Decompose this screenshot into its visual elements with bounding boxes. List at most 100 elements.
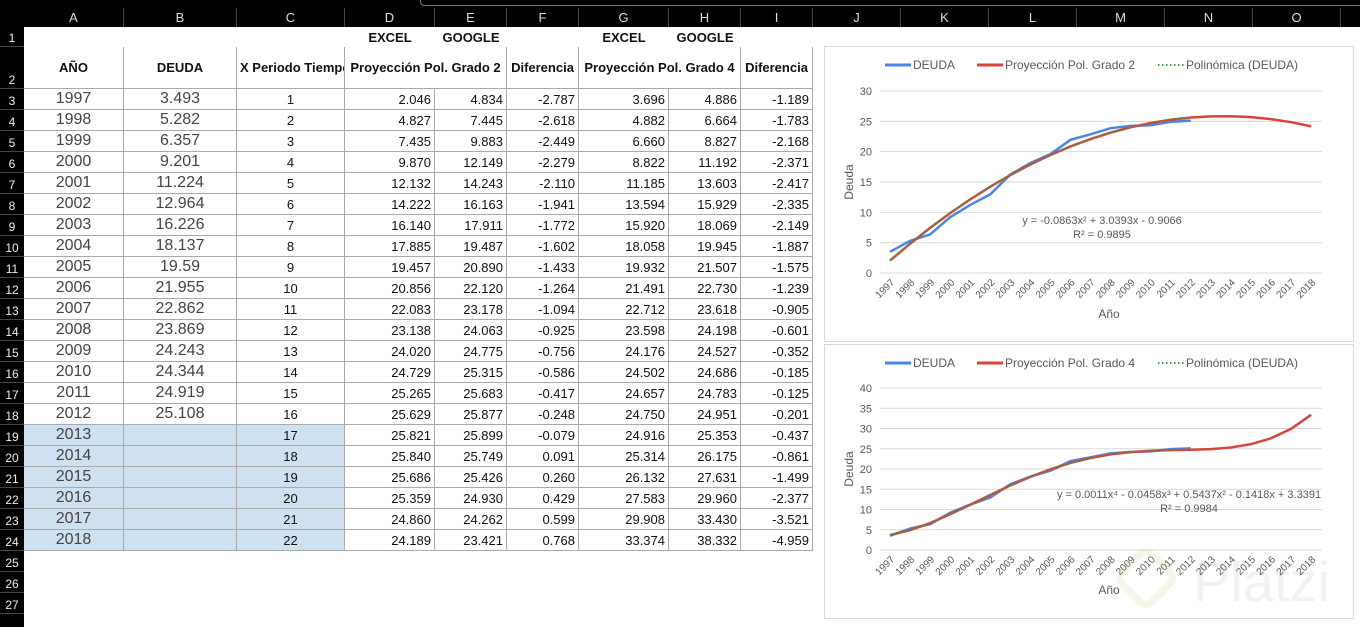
cell-f18[interactable]: -0.248 [507,404,579,425]
cell-g10[interactable]: 18.058 [579,236,669,257]
cell-h21[interactable]: 27.631 [669,467,741,488]
cell-a18[interactable]: 2012 [24,404,124,425]
cell-g11[interactable]: 19.932 [579,257,669,278]
cell-i21[interactable]: -1.499 [741,467,813,488]
cell-g12[interactable]: 21.491 [579,278,669,299]
cell-h15[interactable]: 24.527 [669,341,741,362]
cell-d22[interactable]: 25.359 [345,488,435,509]
cell-d8[interactable]: 14.222 [345,194,435,215]
cell-i14[interactable]: -0.601 [741,320,813,341]
cell-g20[interactable]: 25.314 [579,446,669,467]
cell-a19[interactable]: 2013 [24,425,124,446]
header-ano[interactable]: AÑO [24,47,124,89]
row-header-9[interactable]: 9 [0,215,24,236]
cell-b10[interactable]: 18.137 [124,236,237,257]
cell-a7[interactable]: 2001 [24,173,124,194]
cell-i4[interactable]: -1.783 [741,110,813,131]
cell-g21[interactable]: 26.132 [579,467,669,488]
cell-e5[interactable]: 9.883 [435,131,507,152]
cell-c16[interactable]: 14 [237,362,345,383]
cell-e22[interactable]: 24.930 [435,488,507,509]
cell-c4[interactable]: 2 [237,110,345,131]
cell-i12[interactable]: -1.239 [741,278,813,299]
row-header-10[interactable]: 10 [0,236,24,257]
cell-h22[interactable]: 29.960 [669,488,741,509]
cell-c24[interactable]: 22 [237,530,345,551]
cell-h5[interactable]: 8.827 [669,131,741,152]
cell-f7[interactable]: -2.110 [507,173,579,194]
cell-h3[interactable]: 4.886 [669,89,741,110]
cell-b16[interactable]: 24.344 [124,362,237,383]
cell-a23[interactable]: 2017 [24,509,124,530]
cell-e17[interactable]: 25.683 [435,383,507,404]
cell-b15[interactable]: 24.243 [124,341,237,362]
cell-d19[interactable]: 25.821 [345,425,435,446]
cell-g6[interactable]: 8.822 [579,152,669,173]
cell-b21[interactable] [124,467,237,488]
column-header-N[interactable]: N [1165,8,1253,27]
cell-e4[interactable]: 7.445 [435,110,507,131]
cell-c19[interactable]: 17 [237,425,345,446]
cell-b17[interactable]: 24.919 [124,383,237,404]
cell-d14[interactable]: 23.138 [345,320,435,341]
cell-d17[interactable]: 25.265 [345,383,435,404]
cell-f14[interactable]: -0.925 [507,320,579,341]
cell-i18[interactable]: -0.201 [741,404,813,425]
cell-c12[interactable]: 10 [237,278,345,299]
cell-a4[interactable]: 1998 [24,110,124,131]
cell-c13[interactable]: 11 [237,299,345,320]
cell-c7[interactable]: 5 [237,173,345,194]
row-header-11[interactable]: 11 [0,257,24,278]
cell-f10[interactable]: -1.602 [507,236,579,257]
cell-e13[interactable]: 23.178 [435,299,507,320]
header-proy-grado4[interactable]: Proyección Pol. Grado 4 [579,47,741,89]
cell-b7[interactable]: 11.224 [124,173,237,194]
row-header-6[interactable]: 6 [0,152,24,173]
cell-h19[interactable]: 25.353 [669,425,741,446]
cell-g5[interactable]: 6.660 [579,131,669,152]
chart-grado-4[interactable]: 0 5 10 15 20 25 30 35 40 1997 1998 1999 2000 2001 2002… [824,344,1354,619]
row-header-18[interactable]: 18 [0,404,24,425]
column-header-C[interactable]: C [237,8,345,27]
column-header-J[interactable]: J [813,8,901,27]
cell-i3[interactable]: -1.189 [741,89,813,110]
column-header-L[interactable]: L [989,8,1077,27]
cell-d10[interactable]: 17.885 [345,236,435,257]
column-header-I[interactable]: I [741,8,813,27]
cell-c5[interactable]: 3 [237,131,345,152]
row-header-2[interactable]: 2 [0,47,24,89]
cell-f17[interactable]: -0.417 [507,383,579,404]
header-periodo[interactable]: X Periodo Tiempo [237,47,345,89]
cell-f15[interactable]: -0.756 [507,341,579,362]
cell-a17[interactable]: 2011 [24,383,124,404]
cell-g23[interactable]: 29.908 [579,509,669,530]
cell-h10[interactable]: 19.945 [669,236,741,257]
cell-g7[interactable]: 11.185 [579,173,669,194]
cell-g18[interactable]: 24.750 [579,404,669,425]
cell-h6[interactable]: 11.192 [669,152,741,173]
cell-d15[interactable]: 24.020 [345,341,435,362]
cell-f8[interactable]: -1.941 [507,194,579,215]
cell-e24[interactable]: 23.421 [435,530,507,551]
cell-a12[interactable]: 2006 [24,278,124,299]
cell-c17[interactable]: 15 [237,383,345,404]
label-g1[interactable]: EXCEL [579,27,669,47]
cell-d4[interactable]: 4.827 [345,110,435,131]
cell-f19[interactable]: -0.079 [507,425,579,446]
cell-d24[interactable]: 24.189 [345,530,435,551]
cell-b3[interactable]: 3.493 [124,89,237,110]
header-diferencia-2[interactable]: Diferencia [507,47,579,89]
cell-f22[interactable]: 0.429 [507,488,579,509]
cell-f20[interactable]: 0.091 [507,446,579,467]
cell-h14[interactable]: 24.198 [669,320,741,341]
cell-b4[interactable]: 5.282 [124,110,237,131]
row-header-8[interactable]: 8 [0,194,24,215]
cell-b23[interactable] [124,509,237,530]
cell-e12[interactable]: 22.120 [435,278,507,299]
cell-e7[interactable]: 14.243 [435,173,507,194]
cell-i15[interactable]: -0.352 [741,341,813,362]
cell-e20[interactable]: 25.749 [435,446,507,467]
cell-d16[interactable]: 24.729 [345,362,435,383]
cell-f23[interactable]: 0.599 [507,509,579,530]
column-header-E[interactable]: E [435,8,507,27]
